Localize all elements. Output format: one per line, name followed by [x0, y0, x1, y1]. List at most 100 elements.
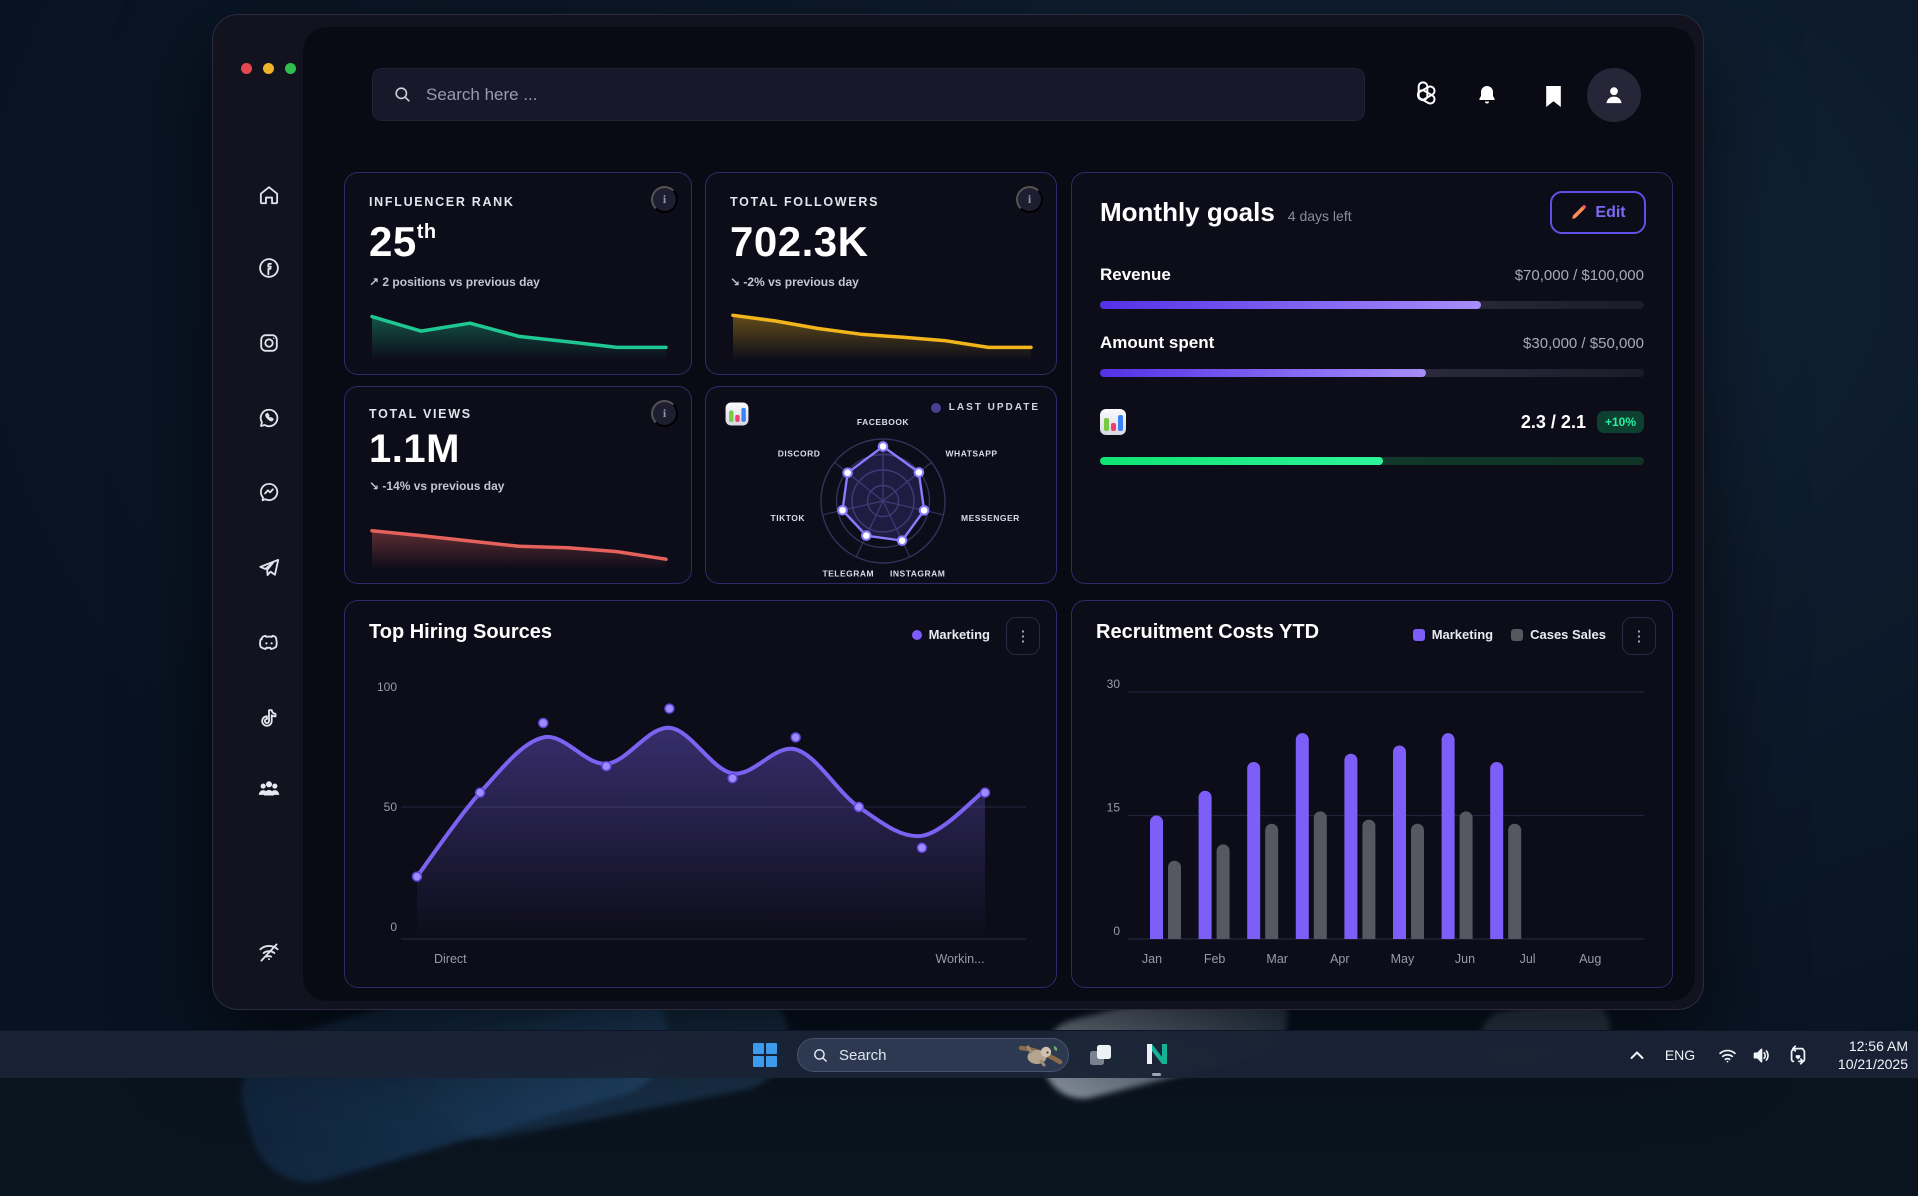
stat-delta: ↘ -14% vs previous day: [369, 479, 667, 493]
task-view-icon: [1088, 1043, 1113, 1068]
battery-status[interactable]: [1784, 1044, 1812, 1066]
stat-value: 25th: [369, 218, 667, 266]
tray-expand-button[interactable]: [1626, 1046, 1648, 1064]
pencil-icon: [1570, 204, 1587, 221]
close-window-button[interactable]: [241, 63, 252, 74]
svg-text:TELEGRAM: TELEGRAM: [822, 568, 874, 578]
search-icon: [393, 85, 412, 104]
monthly-goals-header: Monthly goals 4 days left: [1100, 197, 1352, 228]
kebab-menu[interactable]: ⋮: [1006, 617, 1040, 655]
svg-text:INSTAGRAM: INSTAGRAM: [890, 568, 945, 578]
whatsapp-icon: [256, 405, 282, 431]
goal-label: Amount spent: [1100, 333, 1214, 353]
window-controls: [241, 63, 296, 74]
trend-up-icon: ↗: [369, 275, 379, 289]
volume-status[interactable]: [1748, 1044, 1774, 1066]
user-avatar[interactable]: [1587, 68, 1641, 122]
stat-value: 1.1M: [369, 427, 667, 472]
taskbar-app-notepad[interactable]: [1143, 1039, 1171, 1069]
stat-label: TOTAL VIEWS: [369, 407, 667, 421]
clock-date: 10/21/2025: [1838, 1055, 1908, 1073]
sidebar-item-offline[interactable]: [239, 936, 299, 968]
maximize-window-button[interactable]: [285, 63, 296, 74]
chart-title: Top Hiring Sources: [369, 621, 552, 644]
svg-text:Aug: Aug: [1579, 952, 1601, 966]
total-followers-card: TOTAL FOLLOWERS 702.3K ↘ -2% vs previous…: [705, 172, 1057, 375]
search-input[interactable]: [426, 85, 1344, 105]
svg-text:TIKTOK: TIKTOK: [771, 513, 806, 523]
sidebar-item-group[interactable]: [239, 773, 299, 805]
app-search[interactable]: [372, 68, 1365, 121]
battery-saver-icon: [1787, 1044, 1809, 1066]
svg-text:Apr: Apr: [1330, 952, 1349, 966]
svg-text:30: 30: [1107, 677, 1121, 691]
stat-label: INFLUENCER RANK: [369, 195, 667, 209]
legend-swatch: [1511, 629, 1523, 641]
edit-goals-button[interactable]: Edit: [1550, 191, 1646, 234]
search-highlight-sloth-image: [1017, 1040, 1063, 1070]
stat-delta: ↘ -2% vs previous day: [730, 275, 1032, 289]
sidebar-item-tiktok[interactable]: [239, 702, 299, 734]
windows-logo-icon: [752, 1042, 778, 1068]
bell-icon: [1475, 83, 1499, 107]
svg-text:Jan: Jan: [1142, 952, 1162, 966]
trend-down-icon: ↘: [369, 479, 379, 493]
sidebar-item-discord[interactable]: [239, 627, 299, 659]
discord-icon: [256, 630, 282, 656]
svg-text:FACEBOOK: FACEBOOK: [857, 417, 910, 427]
taskbar-search-input[interactable]: [839, 1047, 1007, 1064]
language-indicator[interactable]: ENG: [1660, 1045, 1700, 1065]
wifi-off-icon: [256, 939, 282, 965]
sidebar-item-home[interactable]: [239, 179, 299, 211]
goal-label: Revenue: [1100, 265, 1171, 285]
minimize-window-button[interactable]: [263, 63, 274, 74]
info-button[interactable]: i: [651, 186, 678, 213]
assistant-button[interactable]: [1407, 79, 1439, 111]
platform-radar-card: LAST UPDATE FACEBOOKWHATSAPPMESSENGERINS…: [705, 386, 1057, 584]
sidebar-item-whatsapp[interactable]: [239, 402, 299, 434]
svg-text:Jun: Jun: [1455, 952, 1475, 966]
goal-row: 2.3 / 2.1 +10%: [1100, 409, 1644, 435]
svg-text:MESSENGER: MESSENGER: [961, 513, 1020, 523]
legend-label: Cases Sales: [1530, 627, 1606, 642]
facebook-icon: [256, 255, 282, 281]
sidebar-item-instagram[interactable]: [239, 327, 299, 359]
goal-value: 2.3 / 2.1: [1521, 412, 1586, 433]
followers-sparkline: [730, 304, 1034, 360]
group-icon: [255, 775, 283, 803]
days-left-label: 4 days left: [1288, 208, 1352, 224]
svg-text:Mar: Mar: [1266, 952, 1288, 966]
info-button[interactable]: i: [651, 400, 678, 427]
user-icon: [1601, 82, 1627, 108]
sidebar-item-telegram[interactable]: [239, 552, 299, 584]
chevron-up-icon: [1630, 1050, 1644, 1060]
svg-text:100: 100: [377, 680, 397, 694]
app-content-panel: INFLUENCER RANK 25th ↗ 2 positions vs pr…: [303, 27, 1695, 1001]
recruitment-costs-card: Recruitment Costs YTD Marketing Cases Sa…: [1071, 600, 1673, 988]
taskbar-search[interactable]: [797, 1038, 1069, 1072]
svg-text:Jul: Jul: [1520, 952, 1536, 966]
openai-icon: [1408, 80, 1438, 110]
legend-swatch: [1413, 629, 1425, 641]
stat-value-suffix: th: [417, 221, 437, 243]
messenger-icon: [256, 479, 282, 505]
kebab-menu[interactable]: ⋮: [1622, 617, 1656, 655]
goal-value: $70,000 / $100,000: [1515, 267, 1644, 284]
notifications-button[interactable]: [1471, 79, 1503, 111]
svg-text:0: 0: [390, 920, 397, 934]
bookmarks-button[interactable]: [1537, 80, 1569, 112]
info-button[interactable]: i: [1016, 186, 1043, 213]
sidebar-item-messenger[interactable]: [239, 476, 299, 508]
wifi-status[interactable]: [1714, 1044, 1740, 1066]
start-button[interactable]: [751, 1041, 779, 1069]
top-hiring-sources-card: Top Hiring Sources Marketing ⋮ 050100Dir…: [344, 600, 1057, 988]
svg-text:May: May: [1391, 952, 1415, 966]
taskbar-clock[interactable]: 12:56 AM 10/21/2025: [1838, 1037, 1908, 1073]
hiring-sources-line-chart: 050100DirectWorkin...: [361, 665, 1042, 977]
app-window: INFLUENCER RANK 25th ↗ 2 positions vs pr…: [212, 14, 1704, 1010]
sidebar-item-facebook[interactable]: [239, 252, 299, 284]
task-view-button[interactable]: [1086, 1042, 1114, 1068]
legend-dot: [912, 630, 922, 640]
stat-delta: ↗ 2 positions vs previous day: [369, 275, 667, 289]
svg-text:15: 15: [1107, 801, 1121, 815]
